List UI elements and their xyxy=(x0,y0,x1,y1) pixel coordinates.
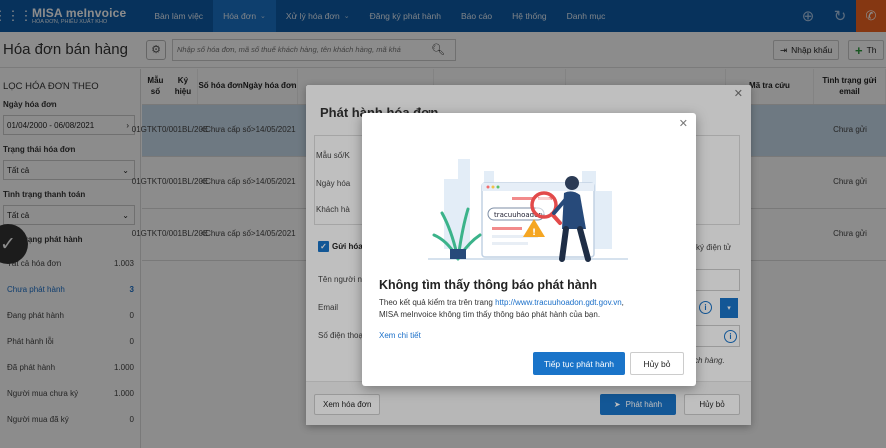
view-details-link[interactable]: Xem chi tiết xyxy=(379,331,421,340)
cancel-button[interactable]: Hủy bỏ xyxy=(630,352,684,375)
lookup-site-link[interactable]: http://www.tracuuhoadon.gdt.gov.vn xyxy=(495,298,622,307)
message-prefix: Theo kết quả kiểm tra trên trang xyxy=(379,298,496,307)
notice-heading: Không tìm thấy thông báo phát hành xyxy=(379,278,598,292)
continue-issue-button[interactable]: Tiếp tục phát hành xyxy=(533,352,625,375)
search-not-found-illustration: tracuuhoadon ! xyxy=(428,159,628,262)
close-icon[interactable]: ✕ xyxy=(679,117,688,130)
message-suffix: , xyxy=(621,298,624,307)
message-line2: MISA meInvoice không tìm thấy thông báo … xyxy=(379,310,601,319)
svg-text:!: ! xyxy=(532,228,536,238)
notice-not-found-dialog: ✕ tracuuhoadon ! Không tìm thấy thông bá… xyxy=(362,113,696,386)
notice-message: Theo kết quả kiểm tra trên trang http://… xyxy=(379,297,684,321)
